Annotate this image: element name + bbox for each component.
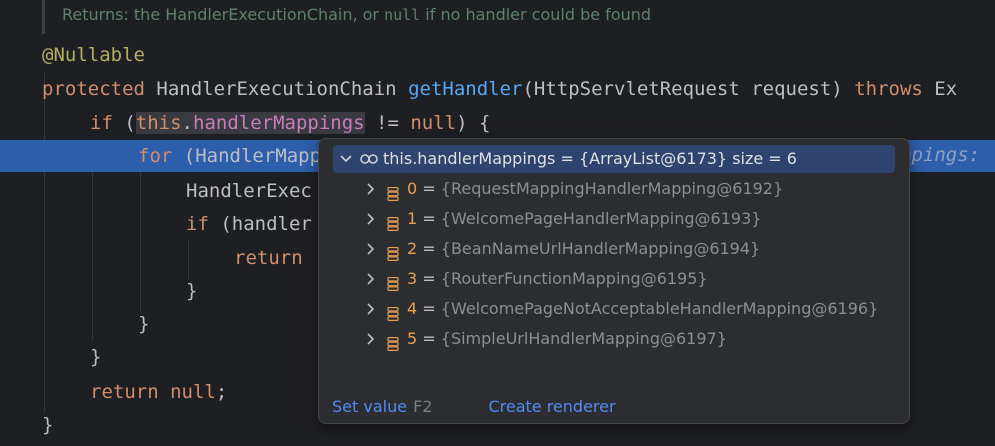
code-text: ( — [112, 112, 136, 134]
code-line[interactable]: protected HandlerExecutionChain getHandl… — [0, 74, 995, 104]
keyword-return: return — [90, 381, 159, 403]
tree-item[interactable]: 5 = {SimpleUrlHandlerMapping@6197} — [333, 325, 895, 353]
code-text: . — [181, 112, 193, 134]
code-text: ; — [215, 381, 228, 403]
item-index: 1 — [407, 209, 418, 228]
infinity-icon — [359, 145, 379, 173]
method-params: (HttpServletRequest request) — [522, 78, 855, 100]
hovered-expression[interactable]: this.handlerMappings — [135, 112, 365, 134]
code-line[interactable]: @Nullable — [0, 40, 995, 70]
root-label: this.handlerMappings = {ArrayList@6173} … — [383, 149, 797, 168]
brace: } — [186, 280, 198, 302]
doc-text: Returns: the HandlerExecutionChain, or — [62, 5, 385, 24]
doc-comment: Returns: the HandlerExecutionChain, or n… — [62, 4, 651, 26]
item-value: {WelcomePageHandlerMapping@6193} — [440, 209, 762, 228]
code-text: (handler — [208, 213, 312, 235]
annotation: @Nullable — [42, 44, 145, 66]
keyword-null: null — [410, 112, 457, 134]
code-line[interactable]: if (this.handlerMappings != null) { — [0, 108, 995, 138]
popup-footer: Set value F2 Create renderer — [332, 397, 616, 417]
chevron-right-icon[interactable] — [363, 205, 377, 233]
stack-icon — [387, 182, 399, 201]
chevron-down-icon[interactable] — [339, 145, 353, 173]
tree-item[interactable]: 2 = {BeanNameUrlHandlerMapping@6194} — [333, 235, 895, 263]
tree-root-node[interactable]: this.handlerMappings = {ArrayList@6173} … — [333, 145, 895, 173]
item-index: 3 — [407, 269, 418, 288]
item-separator: = — [417, 209, 441, 228]
field-handler-mappings: handlerMappings — [193, 112, 365, 134]
chevron-right-icon[interactable] — [363, 295, 377, 323]
set-value-link[interactable]: Set value — [332, 397, 407, 416]
keyword-return: return — [234, 247, 303, 269]
doc-code: null — [384, 6, 421, 24]
brace: } — [90, 346, 102, 368]
debugger-value-popup[interactable]: this.handlerMappings = {ArrayList@6173} … — [318, 138, 910, 424]
code-text: Ex — [922, 78, 958, 100]
item-index: 0 — [407, 179, 418, 198]
code-text: (HandlerMapp — [172, 145, 322, 167]
keyword-if: if — [186, 213, 209, 235]
keyword-for: for — [138, 145, 173, 167]
inline-value-hint: ppings: — [900, 144, 981, 166]
tree-item[interactable]: 3 = {RouterFunctionMapping@6195} — [333, 265, 895, 293]
method-name[interactable]: getHandler — [408, 78, 522, 100]
item-separator: = — [417, 179, 441, 198]
tree-item[interactable]: 0 = {RequestMappingHandlerMapping@6192} — [333, 175, 895, 203]
code-text: ) { — [456, 112, 491, 134]
keyword-null: null — [170, 381, 216, 403]
item-separator: = — [417, 329, 441, 348]
item-value: {WelcomePageNotAcceptableHandlerMapping@… — [440, 299, 879, 318]
doc-comment-bar — [42, 0, 45, 34]
item-index: 2 — [407, 239, 418, 258]
item-value: {BeanNameUrlHandlerMapping@6194} — [440, 239, 761, 258]
stack-icon — [387, 302, 399, 321]
chevron-right-icon[interactable] — [363, 265, 377, 293]
doc-text-end: if no handler could be found — [420, 5, 652, 24]
keyword-throws: throws — [854, 78, 923, 100]
tree-item[interactable]: 4 = {WelcomePageNotAcceptableHandlerMapp… — [333, 295, 895, 323]
create-renderer-link[interactable]: Create renderer — [488, 397, 615, 416]
stack-icon — [387, 332, 399, 351]
set-value-shortcut: F2 — [413, 397, 433, 416]
item-separator: = — [417, 239, 441, 258]
chevron-right-icon[interactable] — [363, 175, 377, 203]
stack-icon — [387, 212, 399, 231]
return-type: HandlerExecutionChain — [144, 78, 409, 100]
item-index: 4 — [407, 299, 418, 318]
keyword-if: if — [90, 112, 113, 134]
stack-icon — [387, 272, 399, 291]
item-separator: = — [417, 269, 441, 288]
item-value: {RouterFunctionMapping@6195} — [440, 269, 708, 288]
chevron-right-icon[interactable] — [363, 235, 377, 263]
chevron-right-icon[interactable] — [363, 325, 377, 353]
stack-icon — [387, 242, 399, 261]
item-index: 5 — [407, 329, 418, 348]
brace: } — [138, 313, 150, 335]
tree-item[interactable]: 1 = {WelcomePageHandlerMapping@6193} — [333, 205, 895, 233]
keyword-this: this — [135, 112, 182, 134]
item-value: {SimpleUrlHandlerMapping@6197} — [440, 329, 727, 348]
code-text: != — [364, 112, 411, 134]
item-value: {RequestMappingHandlerMapping@6192} — [440, 179, 784, 198]
code-text: HandlerExec — [186, 180, 312, 202]
brace: } — [42, 414, 54, 436]
item-separator: = — [417, 299, 441, 318]
keyword-protected: protected — [42, 78, 145, 100]
